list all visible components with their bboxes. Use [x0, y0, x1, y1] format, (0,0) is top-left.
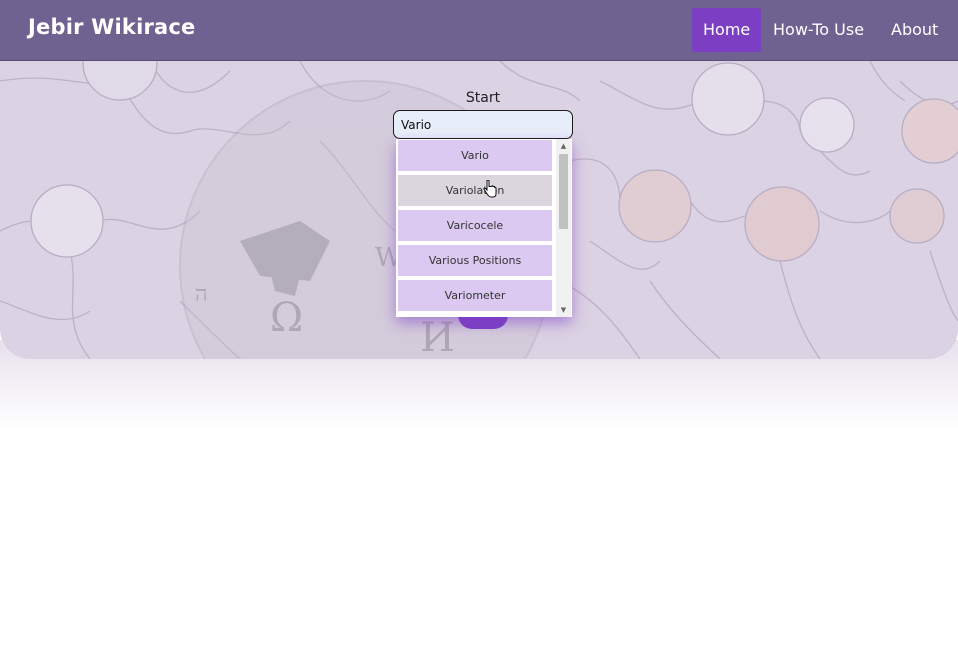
- suggestion-item[interactable]: Vario: [398, 140, 552, 171]
- nav-home[interactable]: Home: [692, 8, 762, 52]
- navbar: Jebir Wikirace Home How-To Use About: [0, 0, 958, 61]
- brand-title[interactable]: Jebir Wikirace: [28, 15, 196, 39]
- scroll-down-arrow-icon[interactable]: ▼: [556, 304, 571, 316]
- suggestions-dropdown: Vario Variolation Varicocele Various Pos…: [396, 139, 572, 317]
- svg-text:ה: ה: [195, 282, 208, 307]
- svg-text:И: И: [420, 315, 455, 359]
- suggestion-item[interactable]: Variometer: [398, 280, 552, 311]
- suggestion-item[interactable]: Varicocele: [398, 210, 552, 241]
- svg-text:Ω: Ω: [270, 295, 303, 341]
- hand-pointer-icon: [483, 180, 497, 198]
- nav-how-to-use[interactable]: How-To Use: [762, 8, 875, 52]
- suggestion-item[interactable]: Various Positions: [398, 245, 552, 276]
- scroll-up-arrow-icon[interactable]: ▲: [556, 140, 571, 152]
- suggestion-item[interactable]: Variolation: [398, 175, 552, 206]
- page: Jebir Wikirace Home How-To Use About Ω И…: [0, 0, 958, 648]
- scroll-thumb[interactable]: [559, 154, 568, 229]
- nav-about[interactable]: About: [880, 8, 949, 52]
- dropdown-scrollbar[interactable]: ▲ ▼: [556, 139, 571, 317]
- start-label: Start: [465, 90, 501, 106]
- start-article-input[interactable]: [393, 110, 573, 139]
